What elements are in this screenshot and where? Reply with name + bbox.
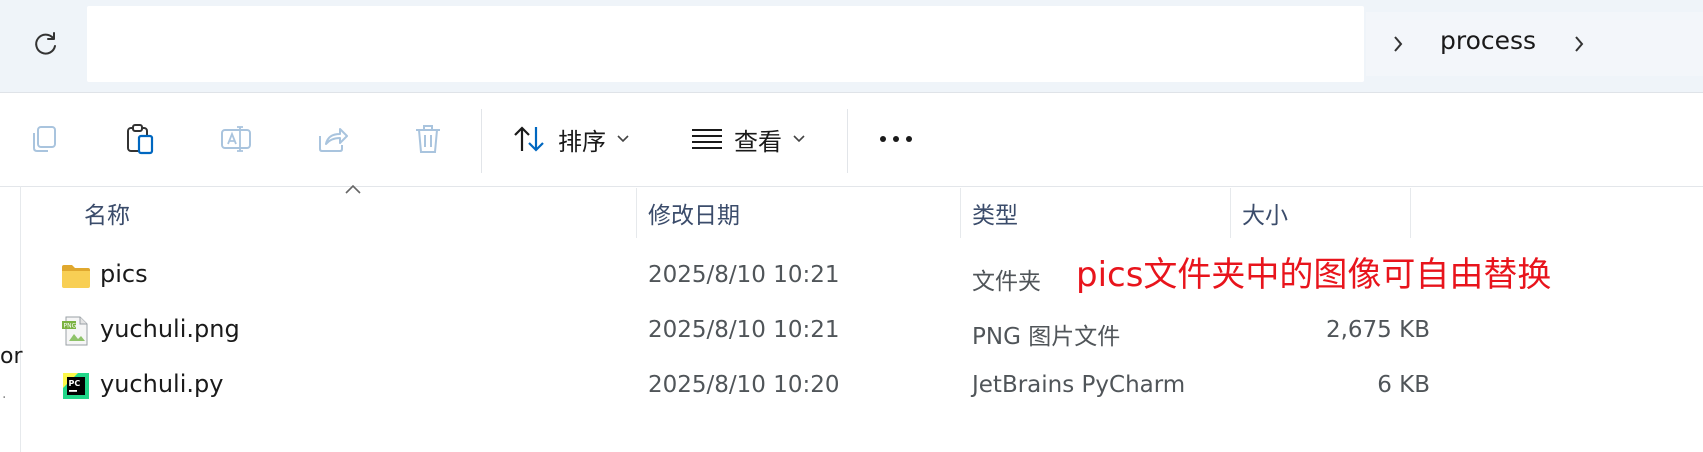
sort-label: 排序 <box>558 127 606 156</box>
breadcrumb-chevron[interactable] <box>1386 32 1410 56</box>
file-size: 6 KB <box>1377 372 1430 398</box>
more-icon <box>880 136 912 142</box>
delete-button[interactable] <box>410 121 446 157</box>
pycharm-file-icon: PC <box>63 373 89 399</box>
toolbar-separator <box>847 109 848 173</box>
breadcrumb-chevron[interactable] <box>1567 32 1591 56</box>
chevron-down-icon <box>792 134 806 144</box>
column-header-modified[interactable]: 修改日期 <box>648 196 740 230</box>
toolbar-separator <box>481 109 482 173</box>
file-name[interactable]: yuchuli.png <box>100 315 240 343</box>
sort-button[interactable]: 排序 <box>512 113 630 165</box>
view-icon <box>692 129 722 149</box>
share-button[interactable] <box>314 121 350 157</box>
column-divider[interactable] <box>636 188 637 238</box>
file-size: 2,675 KB <box>1325 317 1430 343</box>
chevron-right-icon <box>1394 36 1403 52</box>
paste-button[interactable] <box>122 121 158 157</box>
address-input[interactable] <box>87 6 1364 82</box>
column-header-size[interactable]: 大小 <box>1242 196 1288 230</box>
address-area: process <box>0 0 1703 93</box>
chevron-right-icon <box>1575 36 1584 52</box>
rename-icon <box>221 126 251 152</box>
file-name[interactable]: pics <box>100 260 148 288</box>
view-label: 查看 <box>734 127 782 156</box>
file-type: PNG 图片文件 <box>972 324 1121 350</box>
chevron-down-icon <box>616 134 630 144</box>
file-row[interactable]: PC yuchuli.py 2025/8/10 10:20 JetBrains … <box>20 360 1430 412</box>
annotation-note: pics文件夹中的图像可自由替换 <box>1076 255 1552 295</box>
file-name[interactable]: yuchuli.py <box>100 370 223 398</box>
svg-text:PNG: PNG <box>64 323 77 330</box>
navigation-pane[interactable]: or . <box>0 186 23 452</box>
file-type: JetBrains PyCharm <box>972 372 1186 398</box>
column-header-type[interactable]: 类型 <box>972 196 1018 230</box>
command-bar: 排序 查看 <box>0 93 1703 187</box>
column-header-name[interactable]: 名称 <box>84 196 130 230</box>
view-button[interactable]: 查看 <box>690 113 806 165</box>
sort-ascending-indicator <box>345 184 361 194</box>
sort-icon <box>514 126 544 152</box>
more-options-button[interactable] <box>878 121 914 157</box>
png-file-icon: PNG <box>62 316 88 346</box>
file-modified: 2025/8/10 10:20 <box>648 372 840 398</box>
folder-icon <box>62 265 90 288</box>
column-divider[interactable] <box>1410 188 1411 238</box>
refresh-button[interactable] <box>28 26 64 62</box>
trash-icon <box>416 125 440 153</box>
column-divider[interactable] <box>960 188 961 238</box>
file-type: 文件夹 <box>972 269 1041 295</box>
share-icon <box>319 128 348 152</box>
svg-text:PC: PC <box>69 379 81 388</box>
rename-button[interactable] <box>218 121 254 157</box>
file-modified: 2025/8/10 10:21 <box>648 317 840 343</box>
column-divider[interactable] <box>1230 188 1231 238</box>
file-modified: 2025/8/10 10:21 <box>648 262 840 288</box>
file-row[interactable]: PNG yuchuli.png 2025/8/10 10:21 PNG 图片文件… <box>20 305 1430 357</box>
breadcrumb: process <box>1366 12 1703 76</box>
paste-icon <box>127 124 154 155</box>
refresh-icon <box>35 32 56 55</box>
breadcrumb-item-process[interactable]: process <box>1440 26 1536 55</box>
copy-icon <box>33 126 56 152</box>
copy-button[interactable] <box>26 121 62 157</box>
navigation-pane-dot: . <box>2 386 7 402</box>
